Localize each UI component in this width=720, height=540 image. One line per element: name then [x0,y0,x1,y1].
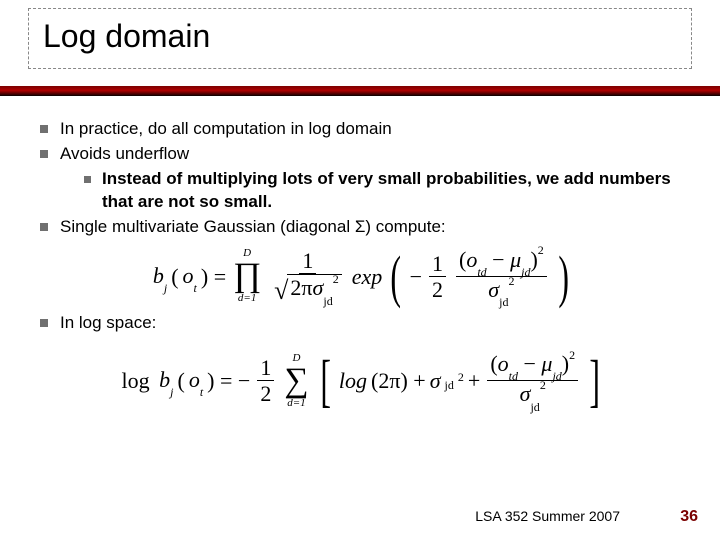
bullet-list: In log space: [38,312,688,335]
bullet-text: Avoids underflow [60,144,189,163]
bullet-item: Single multivariate Gaussian (diagonal Σ… [38,216,688,239]
footer-label: LSA 352 Summer 2007 [475,508,620,524]
slide-title: Log domain [43,19,677,54]
sub-bullet-list: Instead of multiplying lots of very smal… [60,168,688,214]
slide: Log domain In practice, do all computati… [0,0,720,540]
page-number: 36 [680,508,698,526]
content-area: In practice, do all computation in log d… [38,118,688,416]
accent-bar [0,86,720,96]
bullet-list: In practice, do all computation in log d… [38,118,688,239]
sub-bullet-item: Instead of multiplying lots of very smal… [82,168,688,214]
bullet-item: Avoids underflow Instead of multiplying … [38,143,688,214]
bullet-item: In practice, do all computation in log d… [38,118,688,141]
equation-log-gaussian: log bj(ot) = − 1 2 D ∑ d=1 [ log(2π) + σ… [38,351,688,410]
title-box: Log domain [28,8,692,69]
equation-gaussian: bj(ot) = D ∏ d=1 1 √ 2πσjd2 exp ( − 1 [38,247,688,306]
bullet-item: In log space: [38,312,688,335]
